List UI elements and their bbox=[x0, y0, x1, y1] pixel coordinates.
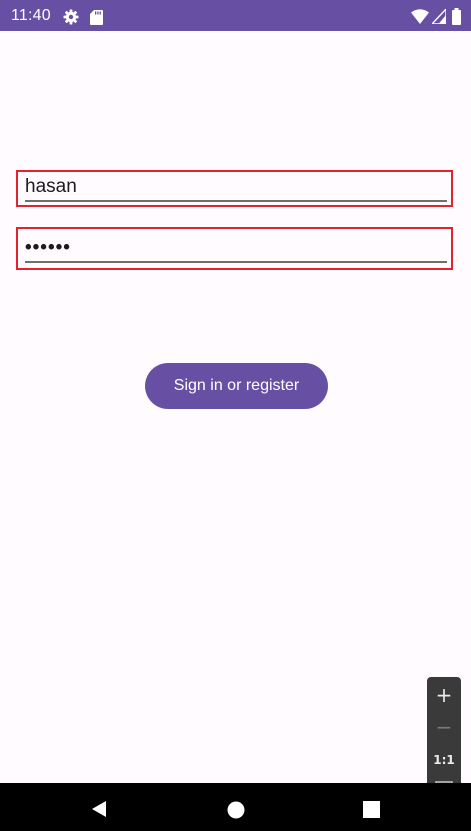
username-field[interactable]: hasan bbox=[16, 170, 453, 207]
sign-in-button[interactable]: Sign in or register bbox=[145, 363, 328, 409]
password-field[interactable]: •••••• bbox=[16, 227, 453, 270]
recents-icon[interactable] bbox=[363, 801, 380, 818]
home-icon[interactable] bbox=[227, 801, 245, 819]
wifi-icon bbox=[411, 9, 429, 24]
zoom-reset-button[interactable]: 1:1 bbox=[427, 751, 461, 769]
gear-icon bbox=[63, 9, 79, 25]
navigation-bar bbox=[0, 783, 471, 831]
status-time: 11:40 bbox=[11, 7, 51, 24]
back-icon[interactable] bbox=[90, 800, 108, 818]
status-bar: 11:40 bbox=[0, 0, 471, 31]
zoom-in-button[interactable]: + bbox=[427, 681, 461, 709]
sd-card-icon bbox=[90, 10, 103, 25]
zoom-out-button[interactable]: − bbox=[427, 713, 461, 741]
password-input[interactable]: •••••• bbox=[25, 237, 71, 259]
signal-icon bbox=[432, 9, 446, 24]
username-underline bbox=[25, 200, 447, 202]
username-input[interactable]: hasan bbox=[25, 176, 77, 198]
battery-icon bbox=[452, 8, 461, 25]
password-underline bbox=[25, 261, 447, 263]
